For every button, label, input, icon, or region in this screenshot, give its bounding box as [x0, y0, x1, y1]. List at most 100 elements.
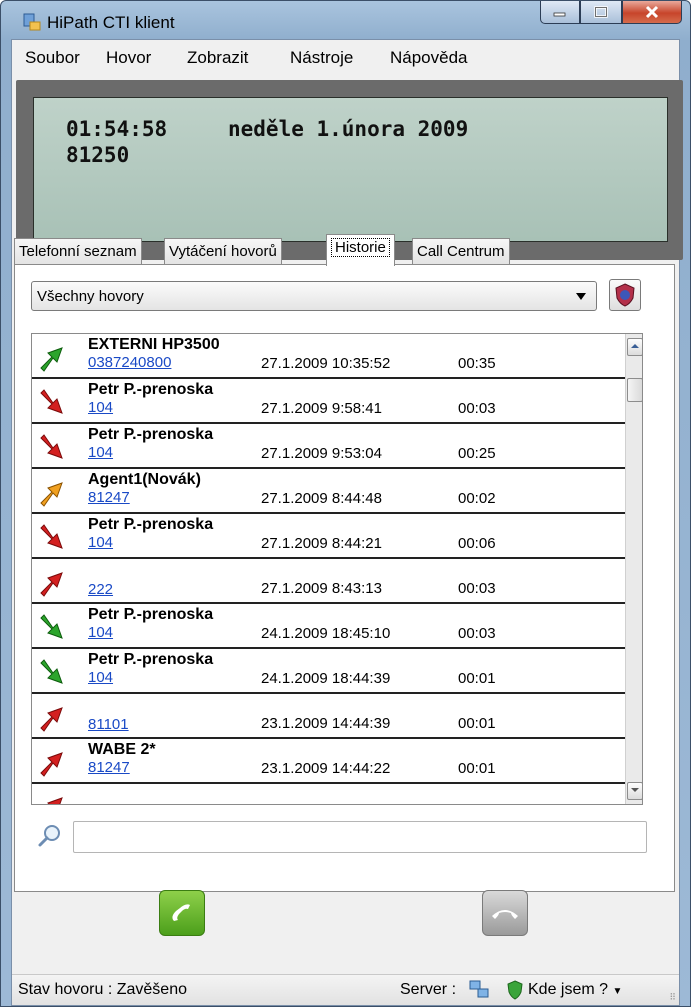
- server-network-icon[interactable]: [468, 979, 490, 999]
- call-out-red-icon: [40, 707, 63, 732]
- history-row[interactable]: 222 27.1.2009 8:43:13 00:03: [32, 559, 625, 604]
- caller-number-link[interactable]: 104: [88, 534, 113, 551]
- window-title: HiPath CTI klient: [47, 13, 175, 32]
- caller-name: Petr P.-prenoska: [88, 651, 214, 668]
- call-in-red-icon: [40, 434, 63, 459]
- history-row[interactable]: Petr P.-prenoska 104 24.1.2009 18:45:10 …: [32, 604, 625, 649]
- call-duration: 00:01: [458, 715, 496, 732]
- display-date: neděle 1.února 2009: [228, 117, 469, 141]
- scroll-up-button[interactable]: [627, 338, 642, 356]
- caller-name: Petr P.-prenoska: [88, 606, 214, 623]
- tab-telefonni-seznam[interactable]: Telefonní seznam: [14, 238, 142, 265]
- caller-number-link[interactable]: 81247: [88, 489, 130, 506]
- call-duration: 00:25: [458, 445, 496, 462]
- call-datetime: 27.1.2009 9:53:04: [261, 445, 382, 462]
- search-input[interactable]: [73, 821, 647, 853]
- caller-name: Agent1(Novák): [88, 471, 201, 488]
- phone-display-frame: 01:54:58 neděle 1.února 2009 81250: [16, 80, 683, 260]
- history-row-partial[interactable]: [32, 784, 625, 804]
- menu-soubor[interactable]: Soubor: [25, 48, 80, 68]
- call-out-red-icon: [40, 572, 63, 597]
- app-icon: [23, 13, 41, 31]
- call-out-red-icon: [40, 752, 63, 777]
- status-bar: Stav hovoru : Zavěšeno Server : Kde jsem…: [12, 974, 679, 1005]
- menu-napoveda[interactable]: Nápověda: [390, 48, 468, 68]
- call-datetime: 23.1.2009 14:44:39: [261, 715, 391, 732]
- caller-number-link[interactable]: 104: [88, 624, 113, 641]
- caller-number-link[interactable]: 104: [88, 444, 113, 461]
- caller-name: Petr P.-prenoska: [88, 516, 214, 533]
- caller-number-link[interactable]: 222: [88, 581, 113, 598]
- call-datetime: 27.1.2009 10:35:52: [261, 355, 391, 372]
- title-bar[interactable]: HiPath CTI klient: [1, 1, 690, 39]
- history-row[interactable]: EXTERNI HP3500 0387240800 27.1.2009 10:3…: [32, 334, 625, 379]
- history-row[interactable]: Petr P.-prenoska 104 27.1.2009 8:44:21 0…: [32, 514, 625, 559]
- history-panel: Všechny hovory EXTERNI HP3500 0387240800…: [14, 264, 675, 892]
- tab-label: Vytáčení hovorů: [169, 243, 277, 260]
- minimize-button[interactable]: [540, 1, 580, 24]
- menu-nastroje[interactable]: Nástroje: [290, 48, 353, 68]
- call-datetime: 23.1.2009 14:44:22: [261, 760, 391, 777]
- history-filter-select[interactable]: Všechny hovory: [31, 281, 597, 311]
- call-duration: 00:35: [458, 355, 496, 372]
- search-icon: [38, 825, 60, 847]
- call-in-red-icon: [40, 524, 63, 549]
- minimize-icon: [553, 12, 566, 17]
- tab-historie[interactable]: Historie: [326, 234, 395, 266]
- caller-name: Petr P.-prenoska: [88, 381, 214, 398]
- call-datetime: 27.1.2009 8:44:21: [261, 535, 382, 552]
- hangup-button[interactable]: [482, 890, 528, 936]
- caller-number-link[interactable]: 104: [88, 399, 113, 416]
- history-row[interactable]: Petr P.-prenoska 104 27.1.2009 9:58:41 0…: [32, 379, 625, 424]
- chevron-down-icon: ▼: [612, 986, 623, 997]
- filter-selected-value: Všechny hovory: [37, 288, 144, 305]
- history-row[interactable]: 81101 23.1.2009 14:44:39 00:01: [32, 694, 625, 739]
- client-area: Soubor Hovor Zobrazit Nástroje Nápověda …: [11, 39, 683, 1006]
- dial-button[interactable]: [159, 890, 205, 936]
- shield-filter-icon: [615, 283, 635, 307]
- call-state-text: Stav hovoru : Zavěšeno: [18, 981, 187, 998]
- arrow-down-icon: [631, 788, 639, 792]
- display-time: 01:54:58: [66, 117, 168, 141]
- arrow-up-icon: [631, 344, 639, 348]
- caller-number-link[interactable]: 104: [88, 669, 113, 686]
- tab-call-centrum[interactable]: Call Centrum: [412, 238, 510, 265]
- call-duration: 00:03: [458, 625, 496, 642]
- history-row[interactable]: Petr P.-prenoska 104 27.1.2009 9:53:04 0…: [32, 424, 625, 469]
- list-scrollbar[interactable]: [625, 334, 642, 804]
- close-button[interactable]: [622, 1, 682, 24]
- maximize-icon: [594, 6, 608, 18]
- call-datetime: 24.1.2009 18:44:39: [261, 670, 391, 687]
- close-icon: [645, 5, 659, 19]
- where-am-i-button[interactable]: Kde jsem ? ▼: [528, 981, 622, 999]
- scroll-thumb[interactable]: [627, 378, 642, 402]
- caller-name: EXTERNI HP3500: [88, 336, 220, 353]
- tab-label: Call Centrum: [417, 243, 505, 260]
- call-duration: 00:02: [458, 490, 496, 507]
- tab-vytaceni-hovoru[interactable]: Vytáčení hovorů: [164, 238, 282, 265]
- menu-zobrazit[interactable]: Zobrazit: [187, 48, 248, 68]
- filter-options-button[interactable]: [609, 279, 641, 311]
- scroll-down-button[interactable]: [627, 782, 642, 800]
- tab-label: Historie: [331, 238, 390, 257]
- resize-grip-icon[interactable]: ⠿: [669, 992, 676, 1003]
- call-out-red-icon: [47, 797, 63, 804]
- caller-number-link[interactable]: 0387240800: [88, 354, 171, 371]
- history-row[interactable]: WABE 2* 81247 23.1.2009 14:44:22 00:01: [32, 739, 625, 784]
- call-datetime: 27.1.2009 9:58:41: [261, 400, 382, 417]
- chevron-down-icon: [576, 293, 586, 300]
- call-history-list: EXTERNI HP3500 0387240800 27.1.2009 10:3…: [31, 333, 643, 805]
- maximize-button[interactable]: [580, 1, 622, 24]
- caller-number-link[interactable]: 81101: [88, 716, 129, 733]
- where-am-i-label: Kde jsem ?: [528, 981, 609, 998]
- history-row[interactable]: Agent1(Novák) 81247 27.1.2009 8:44:48 00…: [32, 469, 625, 514]
- phone-pickup-icon: [172, 904, 190, 921]
- caller-name: Petr P.-prenoska: [88, 426, 214, 443]
- menu-hovor[interactable]: Hovor: [106, 48, 151, 68]
- call-duration: 00:03: [458, 400, 496, 417]
- history-row[interactable]: Petr P.-prenoska 104 24.1.2009 18:44:39 …: [32, 649, 625, 694]
- caller-number-link[interactable]: 81247: [88, 759, 130, 776]
- server-label: Server :: [400, 981, 457, 998]
- app-window: HiPath CTI klient Soubor Hovor Zobrazit …: [0, 0, 691, 1007]
- call-duration: 00:01: [458, 760, 496, 777]
